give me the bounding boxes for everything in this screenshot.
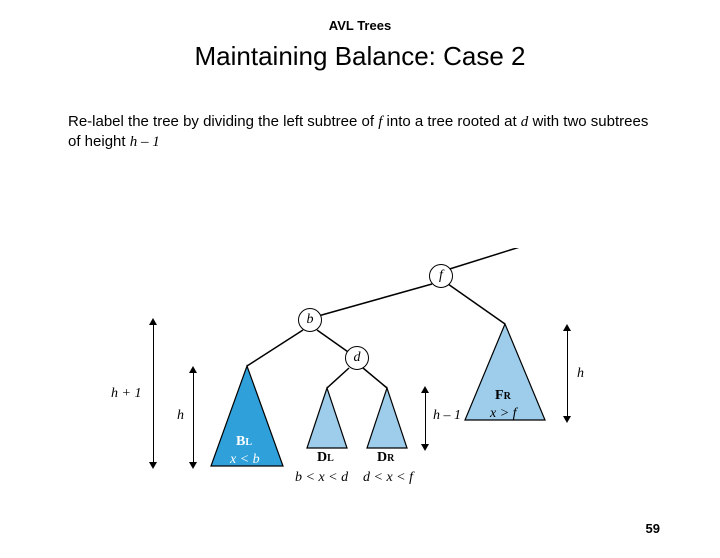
diagram-edges (135, 248, 595, 508)
body-hexpr: h – 1 (130, 134, 160, 150)
arrow-hminus1 (425, 392, 426, 446)
arrow-h-left (193, 372, 194, 464)
subtree-dl-name: D (317, 450, 327, 465)
subtree-bl-cond: x < b (230, 452, 260, 468)
node-d-label: d (354, 350, 361, 366)
arrow-hplus1-tipdn (149, 462, 157, 469)
arrow-h-left-tipdn (189, 462, 197, 469)
body-text: Re-label the tree by dividing the left s… (68, 112, 652, 153)
subtree-bl-sub: L (245, 437, 252, 448)
node-f-label: f (439, 268, 443, 284)
label-h-right: h (577, 366, 584, 382)
body-pre: Re-label the tree by dividing the left s… (68, 113, 378, 130)
node-b-label: b (307, 312, 314, 328)
node-d: d (345, 346, 369, 370)
subtree-bl-name: B (236, 434, 245, 449)
label-h-left: h (177, 408, 184, 424)
subtree-fr-cond: x > f (490, 406, 517, 422)
arrow-h-left-tipup (189, 366, 197, 373)
body-mid: into a tree rooted at (382, 113, 520, 130)
slide-title: Maintaining Balance: Case 2 (0, 41, 720, 72)
arrow-hminus1-tipdn (421, 444, 429, 451)
arrow-h-right-tipup (563, 324, 571, 331)
subtree-dr-sub: R (387, 453, 394, 464)
arrow-hplus1 (153, 324, 154, 464)
arrow-h-right (567, 330, 568, 418)
subtree-dl-label: DL (317, 450, 334, 466)
subtree-dr-label: DR (377, 450, 394, 466)
subtree-fr-label: FR (495, 388, 511, 404)
node-f: f (429, 264, 453, 288)
subtree-dl-sub: L (327, 453, 334, 464)
subtree-dr-cond: d < x < f (363, 470, 413, 486)
subtree-fr-name: F (495, 388, 504, 403)
label-hminus1: h – 1 (433, 408, 461, 424)
arrow-hminus1-tipup (421, 386, 429, 393)
arrow-hplus1-tipup (149, 318, 157, 325)
avl-diagram: f b d BL x < b DL DR b < x < d d < x < f… (135, 248, 595, 508)
subtree-dr-name: D (377, 450, 387, 465)
subtree-fr-sub: R (504, 391, 511, 402)
arrow-h-right-tipdn (563, 416, 571, 423)
label-hplus1: h + 1 (111, 386, 141, 402)
section-header: AVL Trees (0, 18, 720, 33)
node-b: b (298, 308, 322, 332)
page-number: 59 (646, 521, 660, 536)
subtree-dl-cond: b < x < d (295, 470, 348, 486)
subtree-bl-label: BL (236, 434, 252, 450)
